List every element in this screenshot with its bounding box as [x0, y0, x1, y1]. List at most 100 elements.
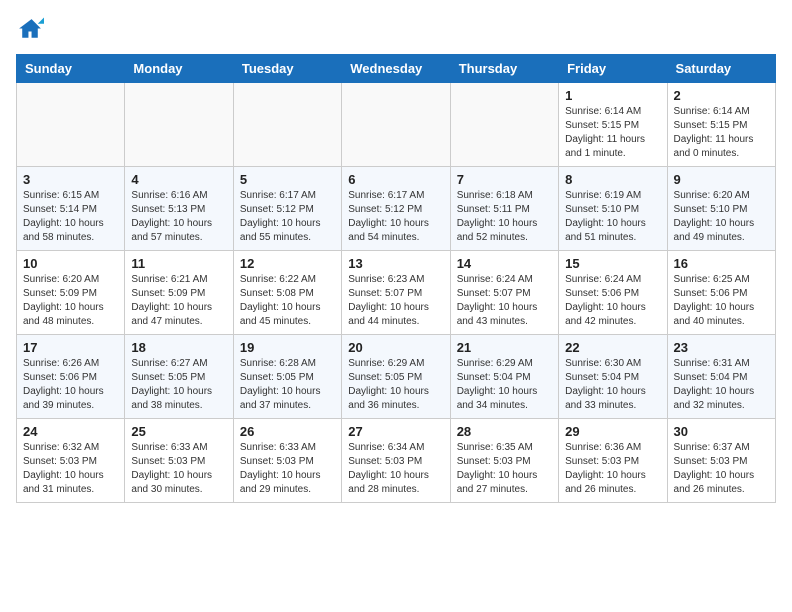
calendar-day-cell: 6 Sunrise: 6:17 AM Sunset: 5:12 PM Daylig… — [342, 167, 450, 251]
calendar-day-cell: 30 Sunrise: 6:37 AM Sunset: 5:03 PM Dayli… — [667, 419, 775, 503]
day-info: Sunrise: 6:23 AM Sunset: 5:07 PM Dayligh… — [348, 273, 443, 329]
day-info: Sunrise: 6:29 AM Sunset: 5:04 PM Dayligh… — [457, 357, 552, 413]
day-number: 11 — [131, 256, 226, 271]
calendar-day-cell: 5 Sunrise: 6:17 AM Sunset: 5:12 PM Daylig… — [233, 167, 341, 251]
day-number: 26 — [240, 424, 335, 439]
calendar-day-cell: 23 Sunrise: 6:31 AM Sunset: 5:04 PM Dayli… — [667, 335, 775, 419]
calendar-day-cell: 12 Sunrise: 6:22 AM Sunset: 5:08 PM Dayli… — [233, 251, 341, 335]
day-info: Sunrise: 6:30 AM Sunset: 5:04 PM Dayligh… — [565, 357, 660, 413]
day-info: Sunrise: 6:17 AM Sunset: 5:12 PM Dayligh… — [348, 189, 443, 245]
calendar-day-header: Wednesday — [342, 55, 450, 83]
calendar-day-cell — [233, 83, 341, 167]
day-number: 28 — [457, 424, 552, 439]
day-number: 9 — [674, 172, 769, 187]
day-number: 16 — [674, 256, 769, 271]
calendar-day-cell: 20 Sunrise: 6:29 AM Sunset: 5:05 PM Dayli… — [342, 335, 450, 419]
day-number: 6 — [348, 172, 443, 187]
day-info: Sunrise: 6:19 AM Sunset: 5:10 PM Dayligh… — [565, 189, 660, 245]
day-info: Sunrise: 6:27 AM Sunset: 5:05 PM Dayligh… — [131, 357, 226, 413]
calendar-day-cell: 14 Sunrise: 6:24 AM Sunset: 5:07 PM Dayli… — [450, 251, 558, 335]
day-number: 5 — [240, 172, 335, 187]
calendar-day-cell: 10Sunrise: 6:20 AM Sunset: 5:09 PM Dayli… — [17, 251, 125, 335]
day-info: Sunrise: 6:15 AM Sunset: 5:14 PM Dayligh… — [23, 189, 118, 245]
day-info: Sunrise: 6:24 AM Sunset: 5:06 PM Dayligh… — [565, 273, 660, 329]
calendar-day-header: Friday — [559, 55, 667, 83]
calendar-day-cell: 13 Sunrise: 6:23 AM Sunset: 5:07 PM Dayli… — [342, 251, 450, 335]
day-number: 24 — [23, 424, 118, 439]
day-number: 22 — [565, 340, 660, 355]
calendar-day-cell: 8 Sunrise: 6:19 AM Sunset: 5:10 PM Daylig… — [559, 167, 667, 251]
calendar-day-cell: 9 Sunrise: 6:20 AM Sunset: 5:10 PM Daylig… — [667, 167, 775, 251]
day-number: 27 — [348, 424, 443, 439]
calendar-day-cell: 4Sunrise: 6:16 AM Sunset: 5:13 PM Daylig… — [125, 167, 233, 251]
calendar-week-row: 3Sunrise: 6:15 AM Sunset: 5:14 PM Daylig… — [17, 167, 776, 251]
day-number: 15 — [565, 256, 660, 271]
calendar-day-cell: 16 Sunrise: 6:25 AM Sunset: 5:06 PM Dayli… — [667, 251, 775, 335]
day-info: Sunrise: 6:25 AM Sunset: 5:06 PM Dayligh… — [674, 273, 769, 329]
calendar-day-cell: 7Sunrise: 6:18 AM Sunset: 5:11 PM Daylig… — [450, 167, 558, 251]
calendar-week-row: 24 Sunrise: 6:32 AM Sunset: 5:03 PM Dayli… — [17, 419, 776, 503]
calendar-day-cell: 1Sunrise: 6:14 AM Sunset: 5:15 PM Daylig… — [559, 83, 667, 167]
day-info: Sunrise: 6:20 AM Sunset: 5:10 PM Dayligh… — [674, 189, 769, 245]
day-info: Sunrise: 6:33 AM Sunset: 5:03 PM Dayligh… — [240, 441, 335, 497]
day-number: 14 — [457, 256, 552, 271]
day-info: Sunrise: 6:29 AM Sunset: 5:05 PM Dayligh… — [348, 357, 443, 413]
calendar-header-row: SundayMondayTuesdayWednesdayThursdayFrid… — [17, 55, 776, 83]
day-info: Sunrise: 6:24 AM Sunset: 5:07 PM Dayligh… — [457, 273, 552, 329]
calendar-day-header: Monday — [125, 55, 233, 83]
day-info: Sunrise: 6:22 AM Sunset: 5:08 PM Dayligh… — [240, 273, 335, 329]
calendar-table: SundayMondayTuesdayWednesdayThursdayFrid… — [16, 54, 776, 503]
day-number: 1 — [565, 88, 660, 103]
day-info: Sunrise: 6:17 AM Sunset: 5:12 PM Dayligh… — [240, 189, 335, 245]
calendar-day-cell: 2 Sunrise: 6:14 AM Sunset: 5:15 PM Daylig… — [667, 83, 775, 167]
calendar-day-cell — [342, 83, 450, 167]
day-number: 25 — [131, 424, 226, 439]
calendar-day-cell: 18 Sunrise: 6:27 AM Sunset: 5:05 PM Dayli… — [125, 335, 233, 419]
calendar-day-cell: 28 Sunrise: 6:35 AM Sunset: 5:03 PM Dayli… — [450, 419, 558, 503]
calendar-week-row: 1 Sunrise: 6:14 AM Sunset: 5:15 PM Daylig… — [17, 83, 776, 167]
day-info: Sunrise: 6:20 AM Sunset: 5:09 PM Dayligh… — [23, 273, 118, 329]
calendar-day-cell: 19 Sunrise: 6:28 AM Sunset: 5:05 PM Dayli… — [233, 335, 341, 419]
logo-icon — [16, 16, 44, 44]
page-header — [16, 16, 776, 44]
calendar-day-cell: 27 Sunrise: 6:34 AM Sunset: 5:03 PM Dayli… — [342, 419, 450, 503]
day-info: Sunrise: 6:33 AM Sunset: 5:03 PM Dayligh… — [131, 441, 226, 497]
day-info: Sunrise: 6:14 AM Sunset: 5:15 PM Dayligh… — [674, 105, 769, 161]
logo — [16, 16, 48, 44]
day-info: Sunrise: 6:37 AM Sunset: 5:03 PM Dayligh… — [674, 441, 769, 497]
calendar-day-cell: 22 Sunrise: 6:30 AM Sunset: 5:04 PM Dayli… — [559, 335, 667, 419]
calendar-day-cell: 21Sunrise: 6:29 AM Sunset: 5:04 PM Dayli… — [450, 335, 558, 419]
day-number: 19 — [240, 340, 335, 355]
calendar-day-cell — [125, 83, 233, 167]
day-number: 23 — [674, 340, 769, 355]
calendar-day-cell: 29Sunrise: 6:36 AM Sunset: 5:03 PM Dayli… — [559, 419, 667, 503]
day-info: Sunrise: 6:31 AM Sunset: 5:04 PM Dayligh… — [674, 357, 769, 413]
day-number: 13 — [348, 256, 443, 271]
day-number: 4 — [131, 172, 226, 187]
day-number: 17 — [23, 340, 118, 355]
day-number: 18 — [131, 340, 226, 355]
calendar-week-row: 10Sunrise: 6:20 AM Sunset: 5:09 PM Dayli… — [17, 251, 776, 335]
day-number: 20 — [348, 340, 443, 355]
calendar-day-cell — [450, 83, 558, 167]
day-info: Sunrise: 6:21 AM Sunset: 5:09 PM Dayligh… — [131, 273, 226, 329]
day-number: 8 — [565, 172, 660, 187]
day-info: Sunrise: 6:34 AM Sunset: 5:03 PM Dayligh… — [348, 441, 443, 497]
calendar-day-header: Thursday — [450, 55, 558, 83]
day-info: Sunrise: 6:26 AM Sunset: 5:06 PM Dayligh… — [23, 357, 118, 413]
calendar-day-cell: 11 Sunrise: 6:21 AM Sunset: 5:09 PM Dayli… — [125, 251, 233, 335]
day-number: 7 — [457, 172, 552, 187]
day-info: Sunrise: 6:32 AM Sunset: 5:03 PM Dayligh… — [23, 441, 118, 497]
day-info: Sunrise: 6:36 AM Sunset: 5:03 PM Dayligh… — [565, 441, 660, 497]
calendar-day-cell: 24 Sunrise: 6:32 AM Sunset: 5:03 PM Dayli… — [17, 419, 125, 503]
day-number: 2 — [674, 88, 769, 103]
day-info: Sunrise: 6:35 AM Sunset: 5:03 PM Dayligh… — [457, 441, 552, 497]
calendar-day-cell: 26 Sunrise: 6:33 AM Sunset: 5:03 PM Dayli… — [233, 419, 341, 503]
calendar-day-cell: 3Sunrise: 6:15 AM Sunset: 5:14 PM Daylig… — [17, 167, 125, 251]
day-info: Sunrise: 6:28 AM Sunset: 5:05 PM Dayligh… — [240, 357, 335, 413]
day-number: 12 — [240, 256, 335, 271]
calendar-week-row: 17 Sunrise: 6:26 AM Sunset: 5:06 PM Dayli… — [17, 335, 776, 419]
calendar-day-header: Saturday — [667, 55, 775, 83]
day-number: 30 — [674, 424, 769, 439]
calendar-day-header: Sunday — [17, 55, 125, 83]
